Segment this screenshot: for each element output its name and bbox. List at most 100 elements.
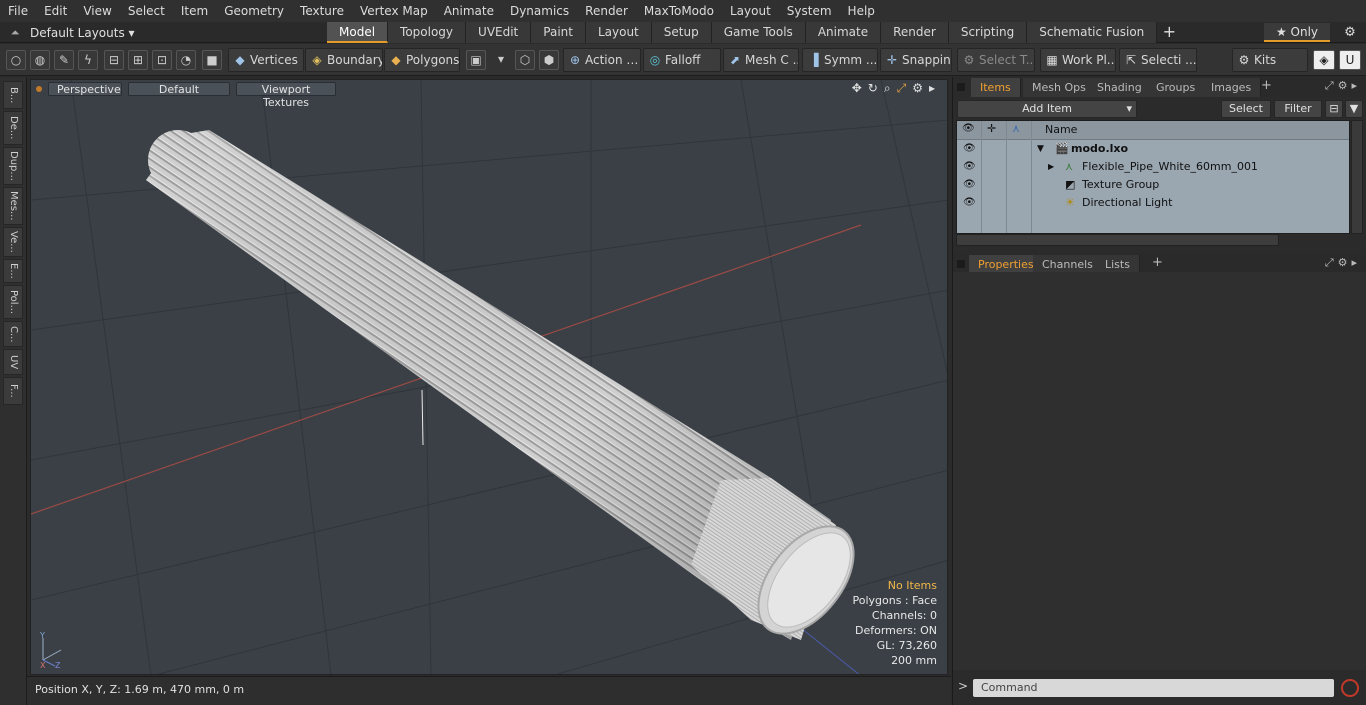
center-icon[interactable]: ⊡ [152, 50, 172, 70]
add-tab-plus-icon[interactable]: + [1157, 22, 1181, 43]
left-tab-edge[interactable]: E... [3, 259, 23, 283]
tab-images[interactable]: Images [1202, 78, 1262, 97]
dropdown-icon[interactable]: ▾ [491, 50, 511, 70]
panel-options-icon[interactable]: ⤢⚙▸ [1325, 79, 1361, 93]
viewport-textures-button[interactable]: Viewport Textures [236, 82, 336, 109]
tab-shading[interactable]: Shading [1088, 78, 1152, 97]
cube-icon[interactable]: ■ [202, 50, 222, 70]
tab-scripting[interactable]: Scripting [948, 22, 1028, 43]
gear-icon[interactable]: ⚙ [1336, 23, 1364, 42]
move-view-icon[interactable]: ✥ [852, 81, 862, 96]
add-tab-icon[interactable]: + [1261, 78, 1272, 93]
menu-help[interactable]: Help [840, 0, 883, 22]
left-tab-deform[interactable]: De... [3, 111, 23, 145]
viewport-gear-icon[interactable]: ⚙ [912, 81, 923, 96]
visibility-eye-icon[interactable]: 👁 [963, 194, 976, 212]
item-list-vertical-scrollbar[interactable] [1351, 120, 1363, 234]
add-tab-icon[interactable]: + [1152, 255, 1163, 270]
add-item-button[interactable]: Add Item ▾ [957, 100, 1137, 118]
item-mode-icon[interactable]: ▣ [466, 50, 486, 70]
panel-grip-icon[interactable] [957, 260, 965, 268]
tab-uvedit[interactable]: UVEdit [466, 22, 532, 43]
layouts-label[interactable]: Default Layouts ▾ [30, 26, 135, 40]
item-list-horizontal-scrollbar[interactable] [956, 234, 1279, 246]
menu-dynamics[interactable]: Dynamics [502, 0, 577, 22]
list-item-directional-light[interactable]: 👁 ☀ Directional Light [957, 194, 1349, 212]
tab-items[interactable]: Items [971, 78, 1021, 97]
kits-button[interactable]: ⚙ Kits [1232, 48, 1308, 72]
shading-default-button[interactable]: Default [128, 82, 230, 96]
collapse-icon[interactable]: ⊟ [1325, 100, 1343, 118]
menu-edit[interactable]: Edit [36, 0, 75, 22]
transform-icon[interactable]: ⊞ [128, 50, 148, 70]
record-macro-icon[interactable] [1341, 679, 1359, 697]
left-tab-uv[interactable]: UV [3, 349, 23, 375]
menu-animate[interactable]: Animate [436, 0, 502, 22]
align-icon[interactable]: ⊟ [104, 50, 124, 70]
circle-select-icon[interactable]: ○ [6, 50, 26, 70]
panel-grip-icon[interactable] [957, 83, 965, 91]
list-item-texture-group[interactable]: 👁 ◩ Texture Group [957, 176, 1349, 194]
maximize-icon[interactable]: ⤢ [897, 81, 907, 96]
polygons-mode-button[interactable]: ◆ Polygons [384, 48, 460, 72]
menu-file[interactable]: File [0, 0, 36, 22]
left-tab-basic[interactable]: B... [3, 81, 23, 109]
unity-icon[interactable]: ◈ [1313, 50, 1335, 70]
select-button[interactable]: Select [1221, 100, 1271, 118]
shield-alt-icon[interactable]: ⬢ [539, 50, 559, 70]
snapping-button[interactable]: ✛ Snapping [880, 48, 952, 72]
tab-schematic-fusion[interactable]: Schematic Fusion [1027, 22, 1158, 43]
collapse-arrow-icon[interactable]: ▼ [1037, 140, 1044, 158]
menu-system[interactable]: System [779, 0, 840, 22]
tab-animate[interactable]: Animate [805, 22, 882, 43]
visibility-eye-icon[interactable]: 👁 [963, 140, 976, 158]
list-item-modo-lxo[interactable]: 👁 ▼ 🎬 modo.lxo [957, 140, 1349, 158]
list-item-flexible-pipe[interactable]: 👁 ▶ ⋏ Flexible_Pipe_White_60mm_001 [957, 158, 1349, 176]
expand-up-icon[interactable]: ⏶ [0, 26, 30, 40]
globe-icon[interactable]: ◍ [30, 50, 50, 70]
pen-icon[interactable]: ✎ [54, 50, 74, 70]
panel-options-icon[interactable]: ⤢⚙▸ [1325, 256, 1361, 270]
menu-maxtomodo[interactable]: MaxToModo [636, 0, 722, 22]
tab-groups[interactable]: Groups [1147, 78, 1206, 97]
lock-header-icon[interactable]: ✛ [987, 122, 996, 135]
mesh-constraints-button[interactable]: ⬈ Mesh C ... [723, 48, 799, 72]
menu-item[interactable]: Item [173, 0, 216, 22]
shield-icon[interactable]: ⬡ [515, 50, 535, 70]
filter-button[interactable]: Filter [1274, 100, 1322, 118]
vertices-mode-button[interactable]: ◆ Vertices [228, 48, 304, 72]
work-plane-button[interactable]: ▦ Work Pl... [1040, 48, 1116, 72]
left-tab-fusion[interactable]: F... [3, 377, 23, 405]
flexible-pipe-mesh[interactable] [146, 130, 873, 651]
tab-topology[interactable]: Topology [388, 22, 467, 43]
name-column-header[interactable]: Name [1045, 123, 1077, 136]
left-tab-duplicate[interactable]: Dup... [3, 147, 23, 185]
zoom-icon[interactable]: ⌕ [884, 81, 891, 96]
viewport-scene[interactable]: Y Z X [31, 80, 948, 675]
tab-game-tools[interactable]: Game Tools [711, 22, 806, 43]
left-tab-mesh-edit[interactable]: Mes... [3, 187, 23, 225]
falloff-button[interactable]: ◎ Falloff [643, 48, 721, 72]
boundary-mode-button[interactable]: ◈ Boundary [305, 48, 383, 72]
only-toggle-button[interactable]: ★ Only [1264, 23, 1330, 42]
viewport-dot-icon[interactable] [36, 86, 42, 92]
left-tab-vertex[interactable]: Ve... [3, 227, 23, 257]
tab-mesh-ops[interactable]: Mesh Ops [1023, 78, 1096, 97]
left-tab-polygon[interactable]: Pol... [3, 285, 23, 319]
tab-paint[interactable]: Paint [531, 22, 586, 43]
tab-render[interactable]: Render [881, 22, 949, 43]
visibility-header-eye-icon[interactable]: 👁 [962, 123, 975, 134]
visibility-eye-icon[interactable]: 👁 [963, 176, 976, 194]
menu-texture[interactable]: Texture [292, 0, 352, 22]
menu-layout[interactable]: Layout [722, 0, 779, 22]
tab-setup[interactable]: Setup [651, 22, 712, 43]
symmetry-button[interactable]: ▐ Symm ... [802, 48, 878, 72]
action-center-button[interactable]: ⊕ Action … [563, 48, 641, 72]
expand-arrow-icon[interactable]: ▶ [1048, 158, 1054, 176]
layouts-selector[interactable]: ⏶ Default Layouts ▾ [0, 22, 135, 43]
tab-layout[interactable]: Layout [585, 22, 652, 43]
left-tab-curve[interactable]: C... [3, 321, 23, 347]
menu-geometry[interactable]: Geometry [216, 0, 292, 22]
perspective-button[interactable]: Perspective [48, 82, 122, 96]
play-arrow-icon[interactable]: ▸ [929, 81, 935, 96]
